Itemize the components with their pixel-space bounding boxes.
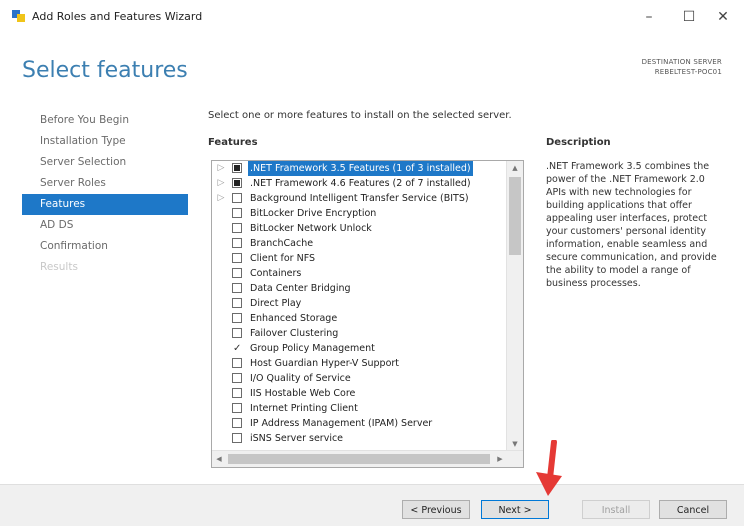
feature-label[interactable]: Background Intelligent Transfer Service …	[248, 191, 471, 206]
vertical-scrollbar[interactable]: ▲ ▼	[506, 161, 523, 451]
feature-checkbox[interactable]	[232, 223, 242, 233]
feature-checkbox[interactable]	[232, 283, 242, 293]
feature-row[interactable]: Failover Clustering	[212, 326, 506, 341]
nav-item-installation-type[interactable]: Installation Type	[22, 131, 188, 152]
feature-checkbox[interactable]: ✓	[232, 343, 242, 354]
app-icon	[12, 10, 25, 22]
feature-row[interactable]: BitLocker Network Unlock	[212, 221, 506, 236]
minimize-button[interactable]: –	[634, 6, 664, 28]
feature-checkbox[interactable]	[232, 313, 242, 323]
nav-item-results: Results	[40, 261, 78, 273]
vertical-scroll-thumb[interactable]	[509, 177, 521, 255]
feature-label[interactable]: .NET Framework 3.5 Features (1 of 3 inst…	[248, 161, 473, 176]
features-list: ▷ .NET Framework 3.5 Features (1 of 3 ins…	[212, 161, 506, 446]
feature-label[interactable]: Direct Play	[248, 296, 303, 311]
feature-checkbox[interactable]	[232, 433, 242, 443]
features-heading: Features	[208, 137, 258, 148]
destination-server: DESTINATION SERVER REBELTEST-POC01	[642, 57, 722, 77]
annotation-arrow-icon	[536, 440, 562, 496]
feature-checkbox[interactable]	[232, 208, 242, 218]
install-button[interactable]: Install	[582, 500, 650, 519]
feature-row[interactable]: Host Guardian Hyper-V Support	[212, 356, 506, 371]
feature-row[interactable]: BitLocker Drive Encryption	[212, 206, 506, 221]
feature-checkbox[interactable]	[232, 373, 242, 383]
destination-label: DESTINATION SERVER	[641, 58, 722, 66]
feature-row[interactable]: ▷ .NET Framework 4.6 Features (2 of 7 ins…	[212, 176, 506, 191]
title-bar: Add Roles and Features Wizard – ☐ ✕	[0, 0, 744, 34]
feature-label[interactable]: iSNS Server service	[248, 431, 345, 446]
feature-checkbox[interactable]	[232, 238, 242, 248]
wizard-nav: Before You Begin Installation Type Server …	[22, 110, 188, 278]
feature-checkbox[interactable]	[232, 388, 242, 398]
feature-row[interactable]: I/O Quality of Service	[212, 371, 506, 386]
instruction-text: Select one or more features to install o…	[208, 110, 512, 121]
footer-bar: < Previous Next > Install Cancel	[0, 484, 744, 526]
window-title: Add Roles and Features Wizard	[32, 10, 203, 23]
expand-chevron-icon[interactable]: ▷	[216, 191, 226, 206]
description-heading: Description	[546, 137, 611, 148]
feature-row[interactable]: Internet Printing Client	[212, 401, 506, 416]
feature-label[interactable]: IIS Hostable Web Core	[248, 386, 357, 401]
feature-label[interactable]: I/O Quality of Service	[248, 371, 353, 386]
feature-checkbox[interactable]	[232, 163, 242, 173]
feature-row[interactable]: Direct Play	[212, 296, 506, 311]
nav-item-before-you-begin[interactable]: Before You Begin	[22, 110, 188, 131]
feature-row[interactable]: Data Center Bridging	[212, 281, 506, 296]
feature-checkbox[interactable]	[232, 268, 242, 278]
feature-label[interactable]: Host Guardian Hyper-V Support	[248, 356, 401, 371]
feature-label[interactable]: Group Policy Management	[248, 341, 377, 356]
nav-item-server-roles[interactable]: Server Roles	[22, 173, 188, 194]
feature-row[interactable]: Containers	[212, 266, 506, 281]
destination-server-name: REBELTEST-POC01	[654, 68, 722, 76]
feature-label[interactable]: Enhanced Storage	[248, 311, 339, 326]
feature-label[interactable]: .NET Framework 4.6 Features (2 of 7 inst…	[248, 176, 473, 191]
feature-checkbox[interactable]	[232, 418, 242, 428]
feature-label[interactable]: BitLocker Network Unlock	[248, 221, 374, 236]
feature-label[interactable]: Containers	[248, 266, 303, 281]
horizontal-scroll-thumb[interactable]	[228, 454, 490, 464]
nav-item-server-selection[interactable]: Server Selection	[22, 152, 188, 173]
feature-checkbox[interactable]	[232, 178, 242, 188]
description-text: .NET Framework 3.5 combines the power of…	[546, 161, 717, 289]
feature-checkbox[interactable]	[232, 358, 242, 368]
expand-chevron-icon[interactable]: ▷	[216, 161, 226, 176]
scroll-right-icon[interactable]: ▶	[493, 451, 507, 467]
feature-label[interactable]: Internet Printing Client	[248, 401, 360, 416]
feature-row[interactable]: ▷ .NET Framework 3.5 Features (1 of 3 ins…	[212, 161, 506, 176]
page-title: Select features	[22, 58, 188, 83]
cancel-button[interactable]: Cancel	[659, 500, 727, 519]
feature-checkbox[interactable]	[232, 328, 242, 338]
feature-row[interactable]: IP Address Management (IPAM) Server	[212, 416, 506, 431]
feature-row[interactable]: BranchCache	[212, 236, 506, 251]
feature-row[interactable]: ✓ Group Policy Management	[212, 341, 506, 356]
feature-checkbox[interactable]	[232, 298, 242, 308]
feature-checkbox[interactable]	[232, 193, 242, 203]
scroll-left-icon[interactable]: ◀	[212, 451, 226, 467]
feature-label[interactable]: BitLocker Drive Encryption	[248, 206, 378, 221]
feature-checkbox[interactable]	[232, 403, 242, 413]
maximize-button[interactable]: ☐	[674, 6, 704, 28]
horizontal-scrollbar[interactable]: ◀ ▶	[212, 450, 523, 467]
feature-checkbox[interactable]	[232, 253, 242, 263]
nav-item-ad-ds[interactable]: AD DS	[22, 215, 188, 236]
feature-row[interactable]: iSNS Server service	[212, 431, 506, 446]
feature-row[interactable]: Client for NFS	[212, 251, 506, 266]
scroll-up-icon[interactable]: ▲	[507, 161, 523, 175]
features-tree[interactable]: ▷ .NET Framework 3.5 Features (1 of 3 ins…	[211, 160, 524, 468]
feature-label[interactable]: BranchCache	[248, 236, 315, 251]
feature-row[interactable]: IIS Hostable Web Core	[212, 386, 506, 401]
feature-label[interactable]: Data Center Bridging	[248, 281, 353, 296]
feature-label[interactable]: Failover Clustering	[248, 326, 340, 341]
feature-label[interactable]: Client for NFS	[248, 251, 317, 266]
feature-row[interactable]: ▷ Background Intelligent Transfer Service…	[212, 191, 506, 206]
expand-chevron-icon[interactable]: ▷	[216, 176, 226, 191]
next-button[interactable]: Next >	[481, 500, 549, 519]
feature-row[interactable]: Enhanced Storage	[212, 311, 506, 326]
close-button[interactable]: ✕	[708, 6, 738, 28]
nav-item-features[interactable]: Features	[22, 194, 188, 215]
feature-label[interactable]: IP Address Management (IPAM) Server	[248, 416, 434, 431]
previous-button[interactable]: < Previous	[402, 500, 470, 519]
nav-item-confirmation[interactable]: Confirmation	[22, 236, 188, 257]
